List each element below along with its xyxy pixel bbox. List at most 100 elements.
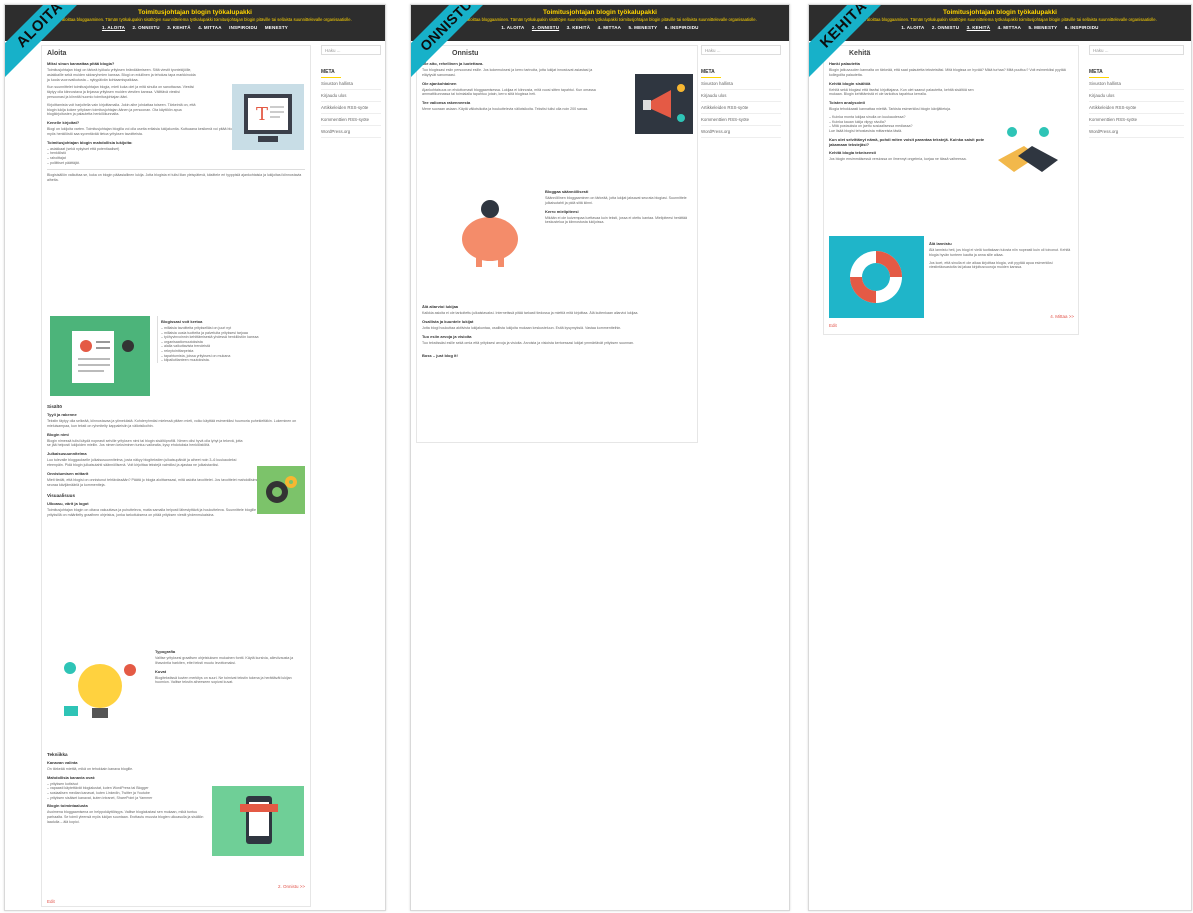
heading: Ole aito, rehellinen ja luotettava.	[422, 61, 484, 66]
paragraph: Jotta blogi houkuttaa aktiivista lukijak…	[422, 325, 622, 330]
meta-link[interactable]: Artikkeleiden RSS-syöte	[321, 102, 381, 114]
edit-link[interactable]: Edit	[47, 899, 305, 904]
main-nav: 1. ALOITA 2. ONNISTU 3. KEHITÄ 4. MITTAA…	[411, 22, 789, 30]
paragraph: Blogin nimessä tulisi käydä nopeasti sel…	[47, 438, 243, 448]
search-input[interactable]: Haku ...	[321, 45, 381, 55]
paragraph: Tekstin täytyy olla selkeää, kiinnostava…	[47, 419, 297, 428]
svg-text:T: T	[256, 104, 268, 125]
nav-item-inspiroidu[interactable]: 6. INSPIROIDU	[1065, 25, 1099, 30]
meta-link[interactable]: WordPress.org	[1089, 126, 1184, 138]
heading: Julkaisusuunnitelma	[47, 451, 87, 457]
heading: Älä aliarvioi lukijaa	[422, 304, 459, 309]
meta-link[interactable]: Kommenttien RSS-syöte	[321, 114, 381, 126]
meta-link[interactable]: Kirjaudu ulos	[321, 90, 381, 102]
heading: Älä lannistu	[929, 241, 952, 246]
nav-item-inspiroidu[interactable]: INSPIROIDU	[229, 25, 257, 30]
list-item: – kilpailutilanteen muutoksista.	[161, 358, 210, 363]
meta-link[interactable]: Kirjaudu ulos	[701, 90, 781, 102]
search-input[interactable]: Haku ...	[1089, 45, 1184, 55]
meta-link[interactable]: Artikkeleiden RSS-syöte	[1089, 102, 1184, 114]
main-content: Onnistu Ole aito, rehellinen ja luotetta…	[416, 45, 698, 443]
mobile-shop-illustration	[212, 786, 304, 856]
list-item: – yrityksen sisäiset kanavat, kuten intr…	[47, 795, 153, 800]
main-nav: 1. ALOITA 2. ONNISTU 3. KEHITÄ 4. MITTAA…	[5, 22, 385, 30]
section-title: Tekniikka	[47, 752, 68, 757]
nav-item-menesty[interactable]: MENESTY	[265, 25, 288, 30]
nav-item-aloita[interactable]: 1. ALOITA	[102, 25, 125, 30]
paragraph: Blogia tehokkaasti kannattaa miettiä. Ta…	[829, 107, 951, 112]
meta-link[interactable]: WordPress.org	[321, 126, 381, 138]
nav-item-onnistu[interactable]: 2. ONNISTU	[532, 25, 559, 30]
heading: Typografia	[155, 649, 176, 654]
search-input[interactable]: Haku ...	[701, 45, 781, 55]
paragraph: Kaikkia asioita ei ole tarkoitettu julka…	[422, 311, 639, 315]
heading: Bloggaa säännöllisesti	[545, 189, 589, 194]
nav-item-menesty[interactable]: 5. MENESTY	[629, 25, 658, 30]
heading: Mahdollisia kanavia ovat:	[47, 774, 96, 780]
heading: Kerro mielipiteesi	[545, 208, 579, 214]
heading: Kehitä blogin sisältöä	[829, 80, 871, 86]
heading: Tuo esiin arvoja ja visioita	[422, 333, 472, 339]
nav-item-mittaa[interactable]: 4. MITTAA	[598, 25, 621, 30]
heading: Hanki palautetta	[829, 61, 860, 66]
paragraph: Säännöllinen bloggaaminen on tärkeää, jo…	[545, 196, 687, 205]
edit-link[interactable]: Edit	[829, 323, 1074, 328]
megaphone-illustration	[635, 74, 693, 134]
writing-illustration: T	[232, 84, 304, 150]
meta-title: META	[701, 69, 721, 78]
meta-link[interactable]: Artikkeleiden RSS-syöte	[701, 102, 781, 114]
section-title: Sisältö	[47, 404, 63, 409]
meta-title: META	[321, 69, 341, 78]
gears-illustration	[257, 466, 305, 514]
piggybank-illustration	[442, 183, 537, 275]
handshake-illustration	[984, 116, 1072, 186]
outro-text: Boss – just blog it!	[422, 353, 458, 359]
paragraph: Kirjoittamista voit harjoitella vain kir…	[47, 102, 196, 117]
nav-item-kehita[interactable]: 3. KEHITÄ	[167, 25, 191, 30]
paragraph: Valitse yrityksesi graafisen ohjeistukse…	[155, 656, 294, 665]
heading: Osallista ja kuuntele lukijat	[422, 318, 474, 324]
heading: Ole ajankohtainen	[422, 80, 457, 86]
nav-item-kehita[interactable]: 3. KEHITÄ	[967, 25, 991, 30]
paragraph: On tärkeää miettiä, mikä on tehokkain ka…	[47, 767, 134, 771]
page-title: Kehitä	[849, 50, 871, 57]
heading: Kanavan valinta	[47, 760, 78, 765]
paragraph: Blogisisällön valkuttaa se, kuka on blog…	[47, 173, 302, 182]
screenshot-onnistu: Toimitusjohtajan blogin työkalupakki Hel…	[410, 4, 790, 911]
meta-link[interactable]: WordPress.org	[701, 126, 781, 138]
next-page-link[interactable]: 2. Onnistu >>	[47, 884, 305, 889]
main-content: Aloita Miksi sinun kannattaa pitää blogi…	[41, 45, 311, 907]
heading: Tyyli ja rakenne	[47, 412, 77, 417]
paragraph: Älä lannistu heti, jos blogi ei vielä tu…	[929, 248, 1071, 257]
meta-link[interactable]: Kommenttien RSS-syöte	[701, 114, 781, 126]
paragraph: Lue lisää blogisi tehostavista mittareis…	[829, 128, 903, 133]
paragraph: Kun suunnittelet toimitusjohtajan blogia…	[47, 85, 194, 99]
paragraph: Blogin jatkuvuuden kannalta on tärkeää, …	[829, 68, 1066, 77]
paragraph: Avoimena bloggaamisena on helppokäyttöis…	[47, 810, 204, 824]
nav-item-onnistu[interactable]: 2. ONNISTU	[132, 25, 159, 30]
paragraph: Toimitusjohtajan blogi on tärkeä työkalu…	[47, 68, 196, 82]
paragraph: Tuo tekstissäsi esille sekä omia että yr…	[422, 340, 634, 345]
heading: Blogissasi voit kertoa	[161, 319, 203, 324]
meta-link[interactable]: Sivuston hallinta	[701, 78, 781, 90]
meta-link[interactable]: Sivuston hallinta	[321, 78, 381, 90]
meta-link[interactable]: Kommenttien RSS-syöte	[1089, 114, 1184, 126]
nav-item-inspiroidu[interactable]: 6. INSPIROIDU	[665, 25, 699, 30]
heading: Miksi sinun kannattaa pitää blogia?	[47, 61, 115, 66]
meta-link[interactable]: Sivuston hallinta	[1089, 78, 1184, 90]
nav-item-menesty[interactable]: 5. MENESTY	[1029, 25, 1058, 30]
heading: Toisten analysointi	[829, 100, 865, 106]
paragraph: Ajankohtaisuus on ehdottomasti bloggaami…	[422, 87, 596, 97]
paragraph: Jos koet, että sinulla ei ole aikaa kirj…	[929, 260, 1053, 270]
nav-item-mittaa[interactable]: 4. MITTAA	[198, 25, 221, 30]
nav-item-kehita[interactable]: 3. KEHITÄ	[567, 25, 591, 30]
nav-item-onnistu[interactable]: 2. ONNISTU	[932, 25, 959, 30]
nav-item-mittaa[interactable]: 4. MITTAA	[998, 25, 1021, 30]
nav-item-aloita[interactable]: 1. ALOITA	[501, 25, 524, 30]
sidebar: Haku ... META Sivuston hallinta Kirjaudu…	[1089, 45, 1184, 138]
list-item: – poliittiset päättäjät.	[47, 160, 80, 165]
nav-item-aloita[interactable]: 1. ALOITA	[901, 25, 924, 30]
sidebar: Haku ... META Sivuston hallinta Kirjaudu…	[321, 45, 381, 138]
next-page-link[interactable]: 4. Mittaa >>	[829, 314, 1074, 319]
meta-link[interactable]: Kirjaudu ulos	[1089, 90, 1184, 102]
